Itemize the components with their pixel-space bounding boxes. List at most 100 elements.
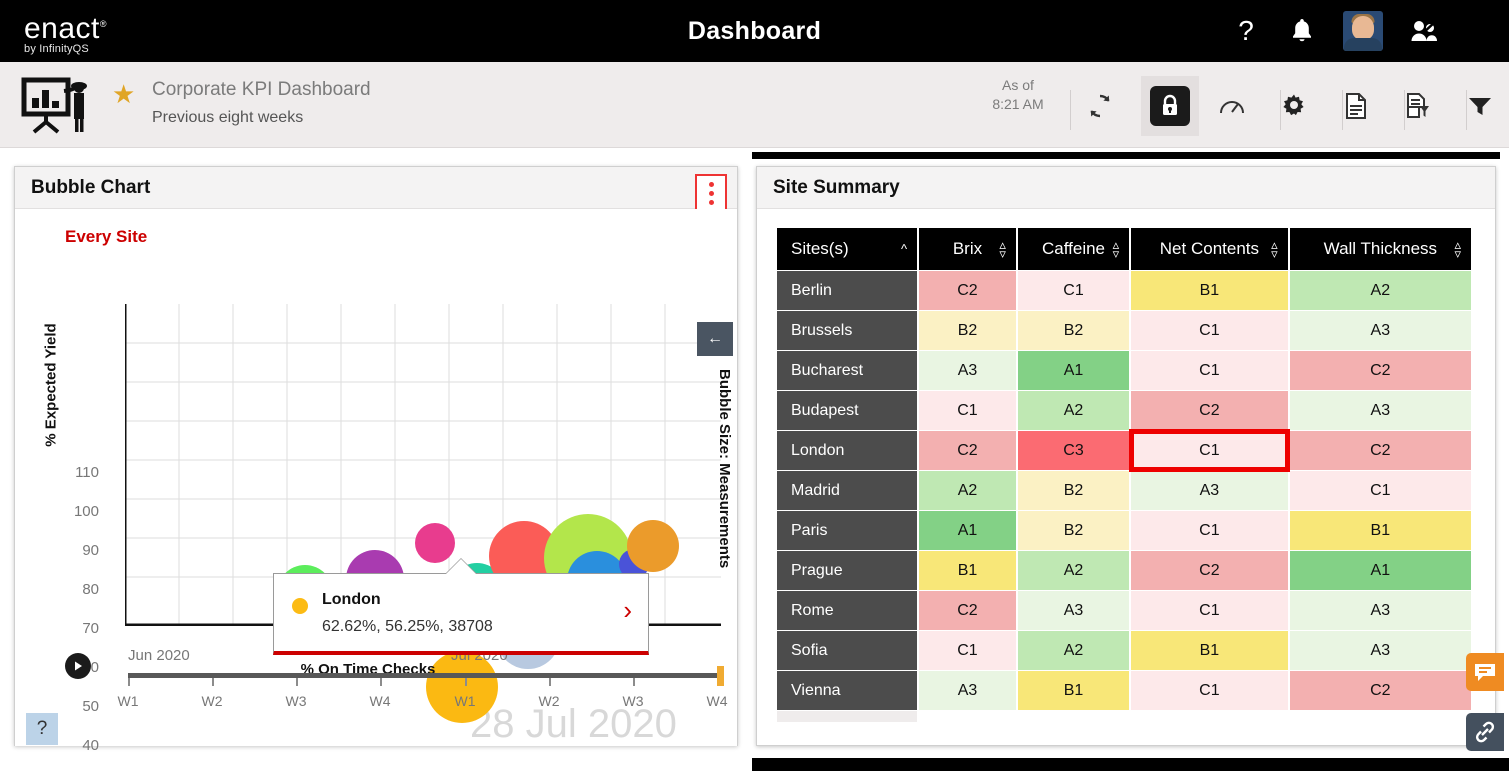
report-document-button[interactable] (1327, 76, 1385, 136)
table-cell[interactable]: C2 (1289, 671, 1471, 710)
table-cell-site[interactable]: Budapest (777, 391, 918, 430)
favorite-star-icon[interactable]: ★ (112, 81, 142, 107)
table-row[interactable]: Budapest C1 A2 C2 A3 (777, 391, 1471, 430)
table-row[interactable]: Rome C2 A3 C1 A3 (777, 591, 1471, 630)
table-row[interactable]: Madrid A2 B2 A3 C1 (777, 471, 1471, 510)
table-cell-site[interactable]: Madrid (777, 471, 918, 510)
table-row[interactable]: Berlin C2 C1 B1 A2 (777, 271, 1471, 310)
table-cell[interactable]: A2 (1017, 391, 1130, 430)
table-cell[interactable]: A1 (1017, 351, 1130, 390)
table-cell[interactable]: A3 (1017, 591, 1130, 630)
table-cell[interactable]: A3 (919, 671, 1016, 710)
sort-toggle-icon[interactable]: ▵ ▿ (999, 238, 1006, 260)
table-row[interactable]: Brussels B2 B2 C1 A3 (777, 311, 1471, 350)
column-header-wall-thickness[interactable]: Wall Thickness ▵ ▿ (1289, 228, 1471, 270)
table-cell[interactable]: A3 (919, 351, 1016, 390)
chat-button[interactable] (1466, 653, 1504, 691)
table-row[interactable]: London C2 C3 C1 C2 (777, 429, 1471, 472)
column-header-sites[interactable]: Sites(s) ^ (777, 228, 918, 270)
table-cell[interactable]: B2 (919, 311, 1016, 350)
table-cell[interactable]: C1 (1131, 591, 1288, 630)
table-cell-site[interactable]: Bucharest (777, 351, 918, 390)
table-cell-site[interactable]: Vienna (777, 671, 918, 710)
table-cell[interactable]: B1 (1131, 631, 1288, 670)
table-cell-site[interactable]: Brussels (777, 311, 918, 350)
column-header-brix[interactable]: Brix ▵ ▿ (919, 228, 1016, 270)
table-cell[interactable]: A3 (1289, 391, 1471, 430)
table-cell[interactable]: A2 (1017, 631, 1130, 670)
table-cell[interactable]: A2 (919, 471, 1016, 510)
table-row[interactable]: Sofia C1 A2 B1 A3 (777, 631, 1471, 670)
table-row[interactable]: Prague B1 A2 C2 A1 (777, 551, 1471, 590)
bubble-tooltip[interactable]: London 62.62%, 56.25%, 38708 › (273, 573, 649, 655)
filtered-report-button[interactable] (1389, 76, 1447, 136)
table-cell[interactable]: C2 (919, 431, 1016, 470)
help-icon[interactable]: ? (1231, 15, 1261, 46)
table-cell[interactable]: A2 (1289, 271, 1471, 310)
table-cell[interactable]: C1 (1131, 511, 1288, 550)
table-cell[interactable]: B1 (1131, 271, 1288, 310)
table-cell-site[interactable]: Rome (777, 591, 918, 630)
refresh-button[interactable] (1071, 76, 1129, 136)
sort-asc-icon[interactable]: ^ (901, 243, 907, 256)
link-button[interactable] (1466, 713, 1504, 751)
table-cell[interactable]: C2 (1289, 351, 1471, 390)
table-cell[interactable]: B1 (919, 551, 1016, 590)
table-cell[interactable]: C1 (1131, 351, 1288, 390)
table-cell[interactable]: C1 (1289, 471, 1471, 510)
filter-button[interactable] (1451, 76, 1509, 136)
collaboration-people-icon[interactable] (1409, 16, 1439, 46)
tooltip-drilldown-chevron-icon[interactable]: › (623, 597, 632, 623)
table-row[interactable]: Vienna A3 B1 C1 C2 (777, 671, 1471, 710)
table-cell[interactable]: A3 (1131, 471, 1288, 510)
column-header-net-contents[interactable]: Net Contents ▵ ▿ (1131, 228, 1288, 270)
notifications-bell-icon[interactable] (1287, 16, 1317, 46)
bubble-point[interactable] (415, 523, 455, 563)
timeline-play-button[interactable] (65, 653, 91, 679)
table-cell-site[interactable]: Sofia (777, 631, 918, 670)
table-row[interactable]: Paris A1 B2 C1 B1 (777, 511, 1471, 550)
table-cell[interactable]: C2 (919, 591, 1016, 630)
table-cell-site[interactable]: Prague (777, 551, 918, 590)
site-summary-table-wrapper[interactable]: Sites(s) ^ Brix ▵▿ Caffeine ▵▿ Net Con (775, 227, 1475, 722)
table-cell[interactable]: C2 (919, 271, 1016, 310)
table-cell[interactable]: C2 (1289, 431, 1471, 470)
chart-help-button[interactable]: ? (26, 713, 58, 745)
settings-gear-button[interactable] (1265, 76, 1323, 136)
table-cell[interactable]: B1 (1017, 671, 1130, 710)
table-cell[interactable]: B2 (1017, 511, 1130, 550)
table-cell[interactable]: C1 (1017, 271, 1130, 310)
table-cell-highlighted[interactable]: C1 (1129, 429, 1290, 472)
table-cell[interactable]: B1 (1289, 511, 1471, 550)
user-avatar[interactable] (1343, 11, 1383, 51)
table-cell[interactable]: A3 (1289, 591, 1471, 630)
table-cell[interactable]: C1 (919, 391, 1016, 430)
chart-back-arrow-icon[interactable]: ← (697, 322, 733, 356)
table-cell[interactable]: C1 (1131, 671, 1288, 710)
table-cell[interactable]: C1 (919, 631, 1016, 670)
timeline-handle[interactable] (717, 666, 724, 686)
main-menu-hamburger-icon[interactable] (1465, 16, 1491, 46)
column-header-caffeine[interactable]: Caffeine ▵ ▿ (1017, 228, 1130, 270)
table-cell[interactable]: C2 (1131, 391, 1288, 430)
table-cell[interactable]: B2 (1017, 471, 1130, 510)
table-cell-site[interactable]: Paris (777, 511, 918, 550)
table-cell-site[interactable]: London (777, 431, 918, 470)
sort-toggle-icon[interactable]: ▵ ▿ (1454, 238, 1461, 260)
bubble-point[interactable] (627, 520, 679, 572)
table-cell-site[interactable]: Berlin (777, 271, 918, 310)
sort-toggle-icon[interactable]: ▵ ▿ (1113, 238, 1120, 260)
table-cell[interactable]: A3 (1289, 311, 1471, 350)
gauge-button[interactable] (1203, 76, 1261, 136)
timeline-track[interactable] (128, 673, 719, 678)
sort-toggle-icon[interactable]: ▵ ▿ (1271, 238, 1278, 260)
lock-button[interactable] (1141, 76, 1199, 136)
table-cell[interactable]: B2 (1017, 311, 1130, 350)
table-cell[interactable]: A1 (919, 511, 1016, 550)
table-cell[interactable]: C1 (1131, 311, 1288, 350)
table-cell[interactable]: A2 (1017, 551, 1130, 590)
table-cell[interactable]: A1 (1289, 551, 1471, 590)
table-cell[interactable]: C3 (1017, 431, 1130, 470)
bubble-chart-options-kebab-icon[interactable] (695, 174, 727, 212)
table-cell[interactable]: C2 (1131, 551, 1288, 590)
